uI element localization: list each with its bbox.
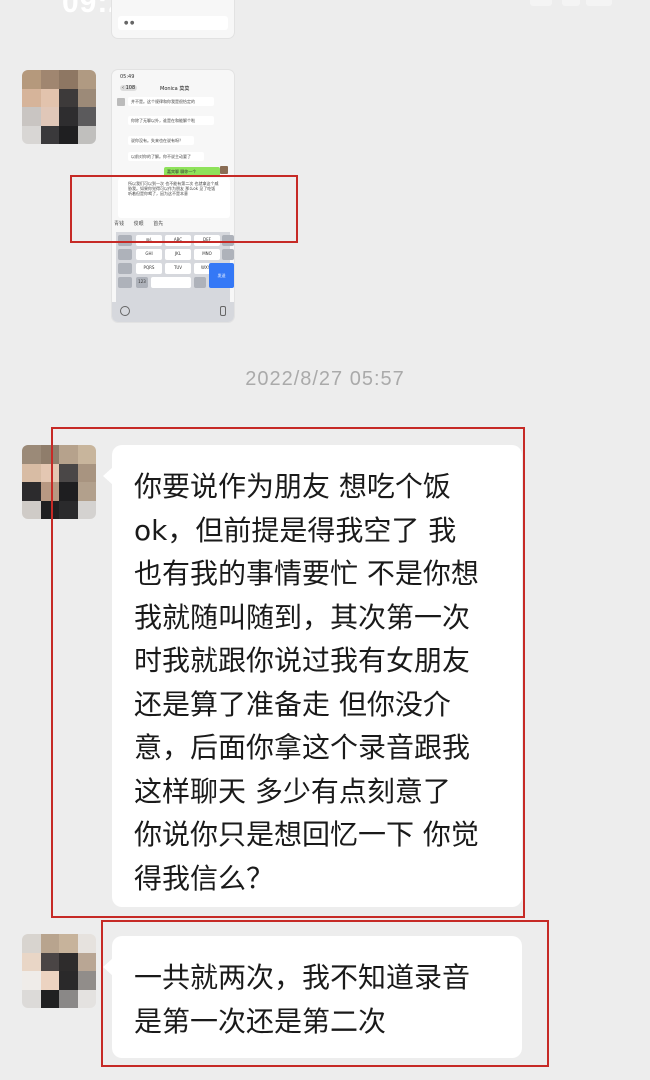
mini-message: 以前对你的了解。你不说主动要了 (128, 152, 204, 161)
mini-avatar (117, 98, 125, 106)
mini-key: TUV (165, 263, 191, 274)
highlight-box (70, 175, 298, 243)
mini-key: JKL (165, 249, 191, 260)
mini-key: MNO (194, 249, 220, 260)
highlight-box (51, 427, 525, 918)
highlight-box (101, 920, 549, 1067)
mini-contact-name: Monica 莫莫 (160, 86, 190, 92)
mini-key (222, 249, 234, 260)
mini-input-bar: ● ● (118, 16, 228, 30)
mini-globe-icon (120, 306, 130, 316)
status-bar-icons (440, 0, 612, 12)
wifi-icon (562, 0, 580, 6)
signal-icon (530, 0, 552, 6)
avatar[interactable] (22, 70, 96, 144)
mini-message: 并不是。这个规律和你我是很恰定的 (128, 97, 214, 106)
battery-icon (586, 0, 612, 6)
mini-status-time: 05:49 (120, 74, 135, 80)
mini-key (118, 249, 132, 260)
mini-key: PQRS (136, 263, 162, 274)
previous-image-fragment[interactable]: ● ● (112, 0, 234, 38)
mini-key (151, 277, 191, 288)
mini-message: 说你没有。失来也在说有呀？ (128, 136, 194, 145)
mini-mic-icon (220, 306, 226, 316)
mini-key (194, 277, 206, 288)
avatar[interactable] (22, 934, 96, 1008)
mini-back-icon: ‹ 108 (120, 85, 138, 91)
mini-key: GHI (136, 249, 162, 260)
mini-key (118, 263, 132, 274)
mini-key-send: 发送 (209, 263, 234, 288)
mini-key: 123 (136, 277, 148, 288)
mini-key (118, 277, 132, 288)
mini-message: 你除了无聊以外，谁是在和能解个啦 (128, 116, 214, 125)
mini-keyboard-bottom (112, 302, 234, 322)
mini-chat-header: ‹ 108 Monica 莫莫 (118, 84, 230, 94)
mini-avatar-self (220, 166, 228, 174)
message-timestamp: 2022/8/27 05:57 (245, 368, 405, 390)
